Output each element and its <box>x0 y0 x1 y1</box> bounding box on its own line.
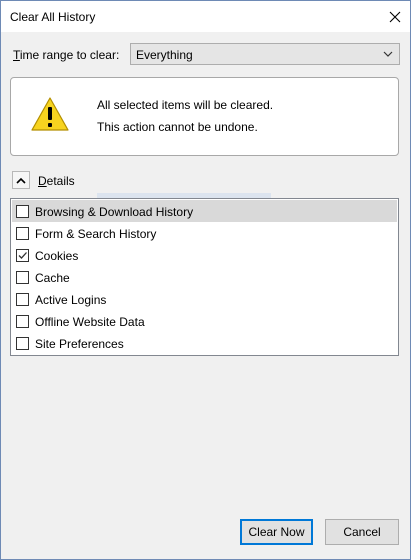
warning-message-1: All selected items will be cleared. <box>97 98 274 112</box>
list-item-site-preferences[interactable]: Site Preferences <box>12 332 397 354</box>
chevron-up-icon <box>16 177 26 184</box>
checkbox-cookies[interactable] <box>16 249 29 262</box>
cancel-button[interactable]: Cancel <box>325 519 399 545</box>
checkbox-site-preferences[interactable] <box>16 337 29 350</box>
clear-now-button[interactable]: Clear Now <box>240 519 313 545</box>
checkbox-cache[interactable] <box>16 271 29 284</box>
warning-message-2: This action cannot be undone. <box>97 120 258 134</box>
time-range-accel: T <box>13 48 20 62</box>
title-bar: Clear All History <box>1 1 410 32</box>
list-item-offline-website-data[interactable]: Offline Website Data <box>12 310 397 332</box>
time-range-label: Time range to clear: <box>13 44 119 66</box>
details-toggle-button[interactable] <box>12 171 30 189</box>
item-label: Active Logins <box>35 293 107 307</box>
item-label: Cache <box>35 271 70 285</box>
list-item-active-logins[interactable]: Active Logins <box>12 288 397 310</box>
checkbox-active-logins[interactable] <box>16 293 29 306</box>
item-label: Site Preferences <box>35 337 124 351</box>
checkbox-browsing-history[interactable] <box>16 205 29 218</box>
item-label: Offline Website Data <box>35 315 145 329</box>
history-items-list: Browsing & Download History Form & Searc… <box>10 198 399 356</box>
details-label-text: etails <box>46 174 75 188</box>
list-item-browsing-history[interactable]: Browsing & Download History <box>12 200 397 222</box>
warning-panel: All selected items will be cleared. This… <box>10 77 399 156</box>
item-label: Form & Search History <box>35 227 157 241</box>
checkmark-icon <box>18 252 27 259</box>
details-accel: D <box>38 174 47 188</box>
clear-history-dialog: Clear All History Time range to clear: E… <box>0 0 411 560</box>
details-label[interactable]: Details <box>38 174 75 188</box>
close-icon <box>389 11 400 22</box>
list-item-cache[interactable]: Cache <box>12 266 397 288</box>
item-label: Cookies <box>35 249 79 263</box>
list-item-cookies[interactable]: Cookies <box>12 244 397 266</box>
time-range-label-text: ime range to clear: <box>19 48 120 62</box>
time-range-select[interactable]: Everything <box>130 43 400 65</box>
time-range-value: Everything <box>136 48 193 62</box>
close-button[interactable] <box>379 1 410 32</box>
window-title: Clear All History <box>10 10 96 24</box>
checkbox-offline-website-data[interactable] <box>16 315 29 328</box>
warning-icon <box>31 97 69 131</box>
chevron-down-icon <box>383 51 393 57</box>
list-item-form-search-history[interactable]: Form & Search History <box>12 222 397 244</box>
checkbox-form-search-history[interactable] <box>16 227 29 240</box>
item-label: Browsing & Download History <box>35 205 194 219</box>
